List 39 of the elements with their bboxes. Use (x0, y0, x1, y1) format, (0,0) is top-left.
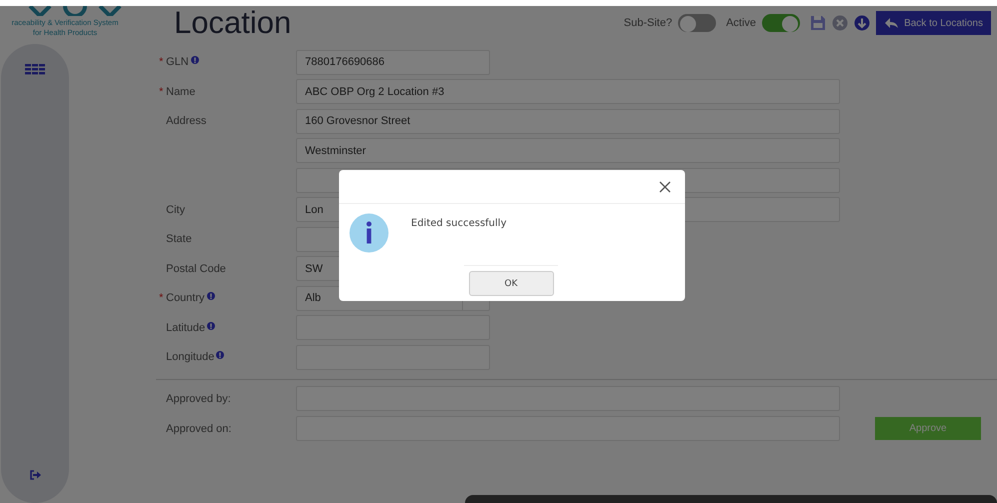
field-label: Longitude (166, 351, 214, 363)
cancel-icon[interactable] (832, 15, 848, 31)
field-label: Country (166, 292, 205, 304)
close-icon[interactable] (659, 180, 671, 192)
field-label: State (166, 233, 192, 245)
toggle-switch[interactable] (678, 14, 716, 32)
download-icon[interactable] (854, 15, 870, 31)
info-icon[interactable] (206, 292, 215, 300)
field-label: Address (166, 115, 206, 127)
field-label: Latitude (166, 322, 206, 334)
toggle-switch[interactable] (762, 14, 800, 32)
field-label: City (166, 204, 185, 216)
logout-icon[interactable] (29, 469, 41, 481)
page-title: Location (174, 6, 292, 41)
field-label: Approved on: (165, 422, 232, 434)
reply-arrow-icon (884, 17, 898, 29)
required-asterisk: * (159, 86, 164, 98)
required-asterisk: * (159, 292, 164, 304)
info-icon[interactable] (216, 351, 224, 359)
toggle-label: Active (726, 17, 756, 29)
info-icon[interactable] (190, 56, 199, 64)
input-field[interactable]: 160 Grovesnor Street (296, 108, 840, 134)
toggle-label: Sub-Site? (624, 17, 672, 29)
field-label: Approved by: (165, 392, 232, 404)
info-icon (349, 213, 389, 253)
field-label: Postal Code (166, 262, 226, 274)
input-field[interactable]: ABC OBP Org 2 Location #3 (296, 79, 840, 104)
dialog-message: Edited successfully (411, 218, 506, 231)
scrollbar-thumb[interactable] (465, 495, 997, 503)
back-button[interactable]: Back to Locations (876, 11, 991, 35)
required-asterisk: * (159, 56, 164, 68)
menu-icon[interactable] (25, 64, 45, 75)
save-icon[interactable] (810, 15, 826, 31)
field-label: Name (166, 86, 196, 98)
info-icon[interactable] (207, 322, 216, 330)
ok-button[interactable]: OK (468, 271, 554, 296)
input-field[interactable]: 7880176690686 (296, 50, 490, 74)
field-label: GLN (166, 56, 189, 68)
input-field[interactable]: Westminster (296, 138, 840, 163)
